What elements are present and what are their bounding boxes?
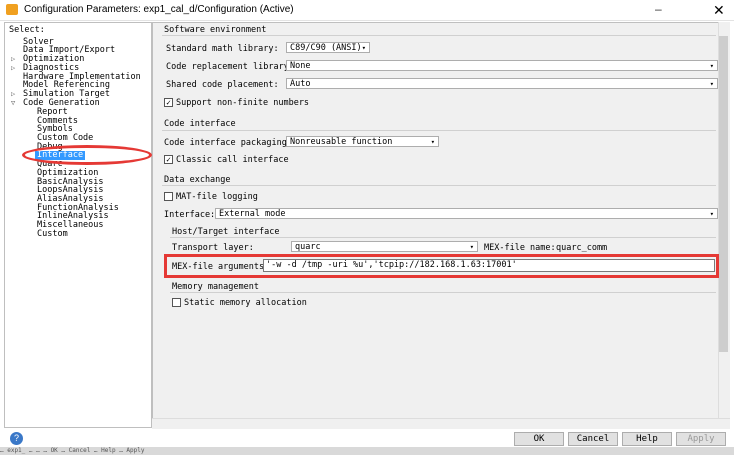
chevron-down-icon: ▾ bbox=[361, 44, 366, 52]
chevron-down-icon: ▾ bbox=[709, 210, 714, 218]
chevron-down-icon: ▾ bbox=[709, 80, 714, 88]
app-icon bbox=[6, 4, 18, 15]
packaging-label: Code interface packaging: bbox=[164, 138, 292, 148]
tree-header: Select: bbox=[9, 25, 45, 35]
taskbar-strip: … exp1_ … … … OK … Cancel … Help … Apply bbox=[0, 447, 734, 455]
matfile-label: MAT-file logging bbox=[176, 192, 258, 202]
divider bbox=[162, 35, 716, 36]
section-title-code-interface: Code interface bbox=[164, 119, 236, 129]
category-tree[interactable]: Select: Solver Data Import/Export ▷ Opti… bbox=[4, 22, 152, 428]
static-memory-checkbox[interactable] bbox=[172, 298, 181, 307]
highlight-rectangle bbox=[164, 254, 719, 278]
code-replacement-dropdown[interactable]: None ▾ bbox=[286, 60, 718, 71]
code-replacement-label: Code replacement library: bbox=[166, 62, 294, 72]
classic-call-checkbox[interactable]: ✓ bbox=[164, 155, 173, 164]
nonfinite-label: Support non-finite numbers bbox=[176, 98, 310, 108]
divider bbox=[162, 185, 716, 186]
matfile-checkbox[interactable] bbox=[164, 192, 173, 201]
scrollbar-thumb[interactable] bbox=[719, 36, 728, 352]
minimize-icon[interactable]: – bbox=[655, 2, 671, 18]
shared-code-value: Auto bbox=[290, 79, 311, 89]
transport-layer-label: Transport layer: bbox=[172, 243, 254, 253]
section-title-data-exchange: Data exchange bbox=[164, 175, 231, 185]
horizontal-scrollbar[interactable] bbox=[152, 418, 730, 429]
title-bar: Configuration Parameters: exp1_cal_d/Con… bbox=[0, 0, 734, 21]
mex-name-value: quarc_comm bbox=[556, 243, 608, 253]
interface-dropdown[interactable]: External mode ▾ bbox=[215, 208, 718, 219]
divider bbox=[170, 237, 716, 238]
tree-item-custom[interactable]: Custom bbox=[37, 230, 68, 239]
packaging-value: Nonreusable function bbox=[290, 137, 393, 147]
interface-label: Interface: bbox=[164, 210, 216, 220]
close-icon[interactable]: ✕ bbox=[713, 2, 729, 18]
window-title: Configuration Parameters: exp1_cal_d/Con… bbox=[24, 4, 294, 15]
section-title-software: Software environment bbox=[164, 25, 267, 35]
cancel-button[interactable]: Cancel bbox=[568, 432, 618, 446]
divider bbox=[170, 292, 716, 293]
section-title-memory: Memory management bbox=[172, 282, 259, 292]
highlight-oval bbox=[22, 145, 152, 165]
chevron-down-icon: ▾ bbox=[709, 62, 714, 70]
divider bbox=[162, 130, 716, 131]
section-title-host-target: Host/Target interface bbox=[172, 227, 280, 237]
help-button[interactable]: Help bbox=[622, 432, 672, 446]
expand-icon[interactable]: ▷ bbox=[11, 64, 15, 72]
ok-button[interactable]: OK bbox=[514, 432, 564, 446]
code-replacement-value: None bbox=[290, 61, 311, 71]
transport-layer-dropdown[interactable]: quarc ▾ bbox=[291, 241, 478, 252]
collapse-icon[interactable]: ▽ bbox=[11, 99, 15, 107]
help-icon[interactable]: ? bbox=[10, 432, 23, 445]
math-library-value: C89/C90 (ANSI) bbox=[290, 43, 362, 53]
shared-code-dropdown[interactable]: Auto ▾ bbox=[286, 78, 718, 89]
apply-button[interactable]: Apply bbox=[676, 432, 726, 446]
mex-name-label: MEX-file name: bbox=[484, 243, 556, 253]
math-library-label: Standard math library: bbox=[166, 44, 279, 54]
chevron-down-icon: ▾ bbox=[430, 138, 435, 146]
expand-icon[interactable]: ▷ bbox=[11, 55, 15, 63]
packaging-dropdown[interactable]: Nonreusable function ▾ bbox=[286, 136, 439, 147]
static-memory-label: Static memory allocation bbox=[184, 298, 307, 308]
classic-call-label: Classic call interface bbox=[176, 155, 289, 165]
math-library-dropdown[interactable]: C89/C90 (ANSI) ▾ bbox=[286, 42, 370, 53]
chevron-down-icon: ▾ bbox=[469, 243, 474, 251]
expand-icon[interactable]: ▷ bbox=[11, 90, 15, 98]
shared-code-label: Shared code placement: bbox=[166, 80, 279, 90]
interface-value: External mode bbox=[219, 209, 286, 219]
nonfinite-checkbox[interactable]: ✓ bbox=[164, 98, 173, 107]
transport-layer-value: quarc bbox=[295, 242, 321, 252]
